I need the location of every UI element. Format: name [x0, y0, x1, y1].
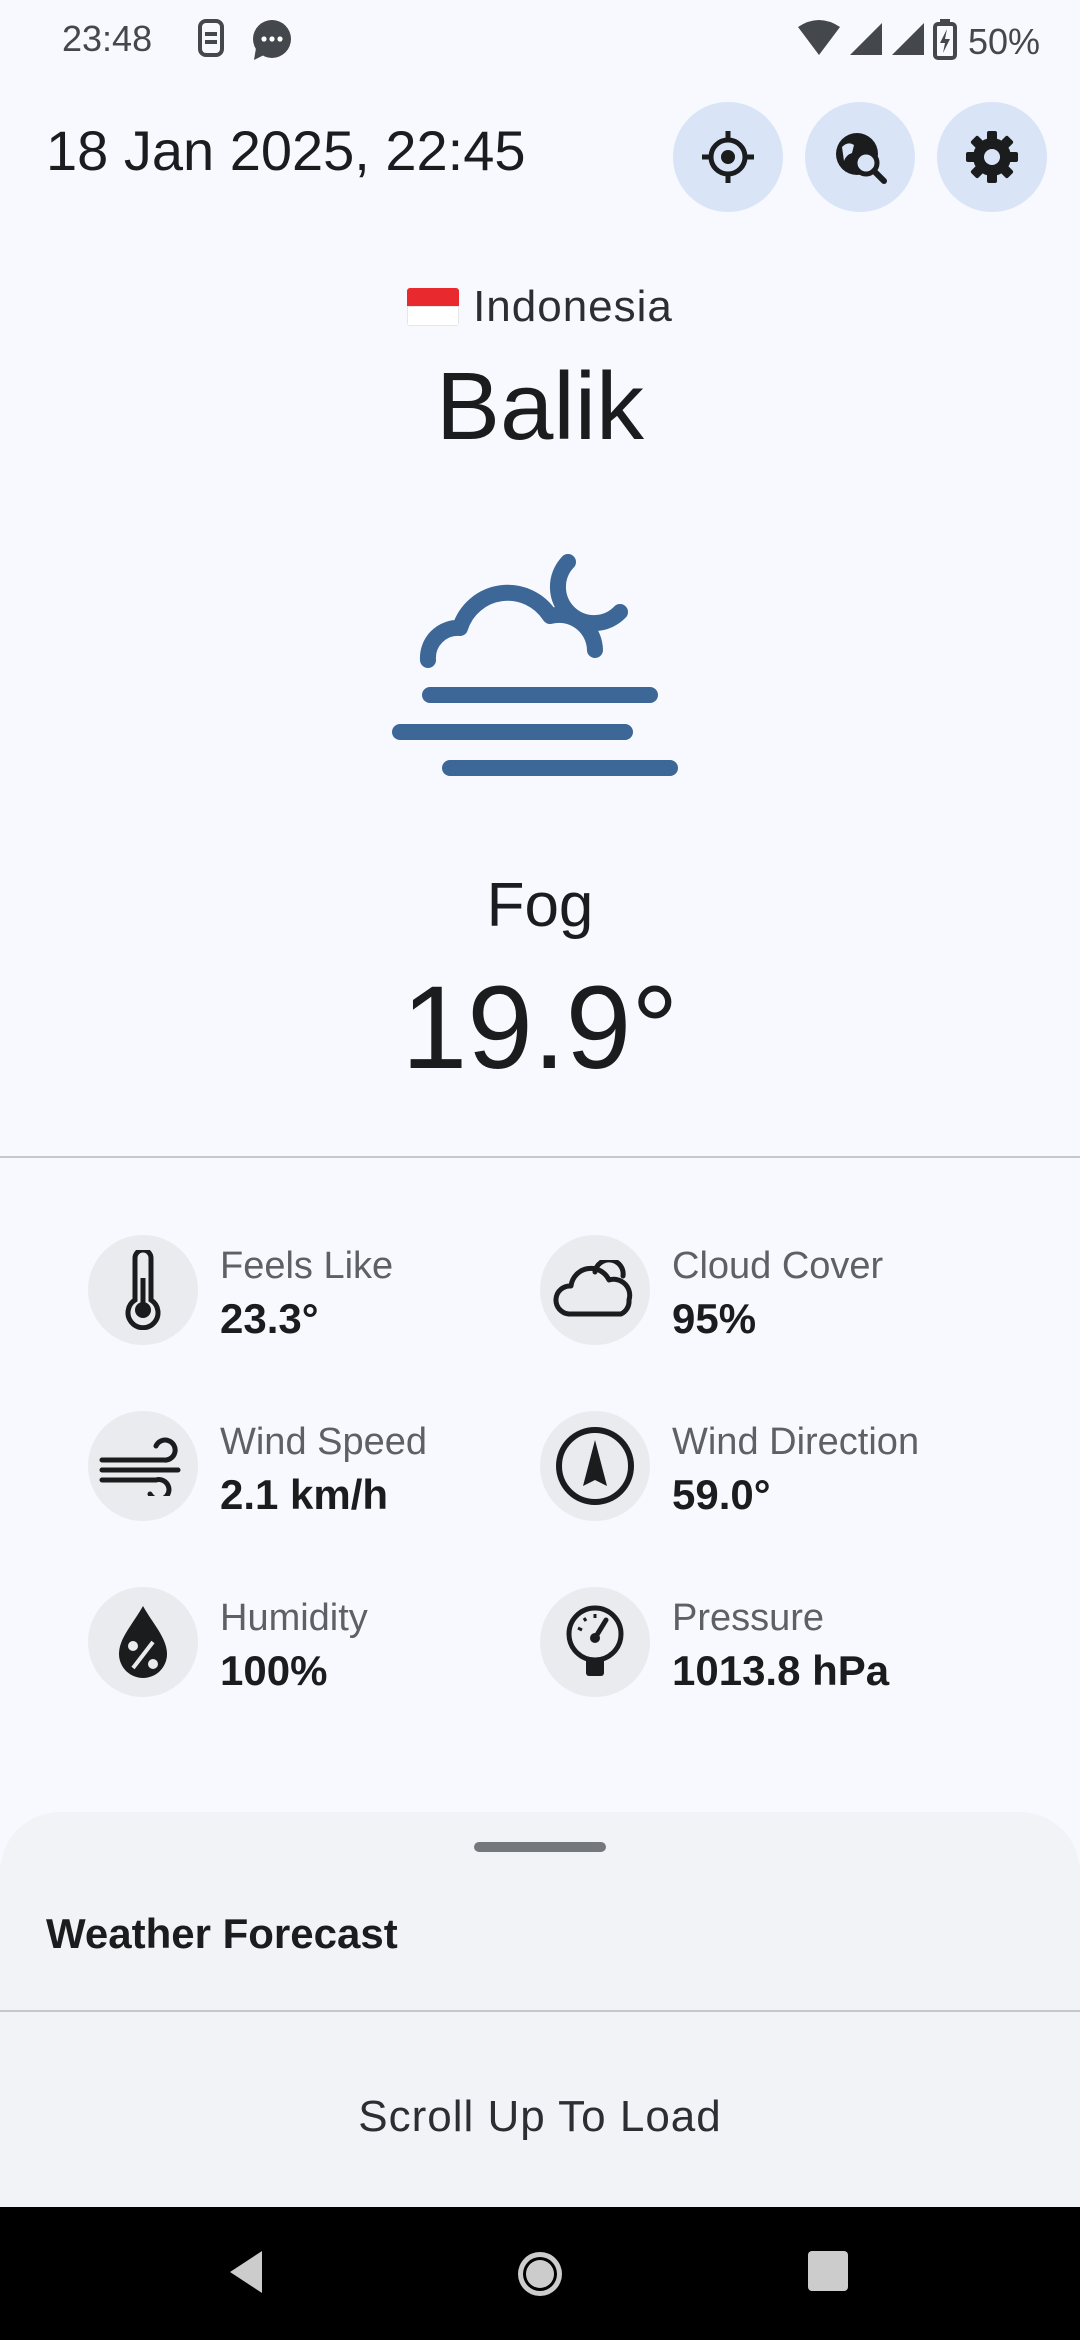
system-navigation-bar: [0, 2207, 1080, 2340]
gear-icon: [966, 131, 1018, 183]
detail-label: Feels Like: [220, 1245, 394, 1287]
crosshair-icon: [702, 131, 754, 183]
detail-value: 1013.8 hPa: [672, 1647, 890, 1694]
weather-screen: 23:48 50% 18 Jan 2025, 22:45 Indonesia B…: [0, 0, 1080, 2340]
wifi-icon: [796, 19, 842, 64]
sim-card-icon: [195, 18, 227, 63]
country-name: Indonesia: [473, 282, 673, 331]
recents-button[interactable]: [804, 2247, 852, 2295]
signal-icon: [848, 19, 884, 64]
detail-value: 95%: [672, 1295, 757, 1342]
signal-icon: [890, 19, 926, 64]
detail-humidity: Humidity 100%: [88, 1587, 548, 1707]
sheet-divider: [0, 2010, 1080, 2012]
status-time: 23:48: [62, 18, 153, 59]
status-right-group: 50%: [796, 18, 1040, 65]
compass-icon: [556, 1427, 634, 1505]
detail-feels-like: Feels Like 23.3°: [88, 1235, 548, 1355]
detail-label: Cloud Cover: [672, 1245, 884, 1287]
condition-label: Fog: [486, 871, 594, 940]
detail-value: 2.1 km/h: [220, 1471, 389, 1518]
indonesia-flag-icon: [407, 288, 460, 326]
drag-handle[interactable]: [474, 1842, 606, 1852]
home-circle-icon: [518, 2252, 562, 2296]
city-name: Balik: [435, 353, 645, 460]
detail-label: Pressure: [672, 1597, 825, 1639]
detail-label: Wind Speed: [220, 1421, 428, 1463]
detail-value: 100%: [220, 1647, 328, 1694]
detail-value: 23.3°: [220, 1295, 319, 1342]
back-triangle-icon: [230, 2251, 262, 2293]
barometer-icon: [566, 1605, 624, 1676]
globe-search-icon: [836, 133, 887, 184]
detail-wind-direction: Wind Direction 59.0°: [540, 1411, 1000, 1531]
thermometer-icon: [125, 1250, 161, 1330]
detail-value: 59.0°: [672, 1471, 771, 1518]
cloud-icon: [553, 1260, 633, 1317]
fog-night-icon: [392, 554, 678, 776]
status-bar: 23:48 50%: [0, 0, 1080, 80]
home-button[interactable]: [513, 2247, 567, 2301]
wind-icon: [99, 1437, 181, 1496]
detail-pressure: Pressure 1013.8 hPa: [540, 1587, 1000, 1707]
search-location-button[interactable]: [805, 102, 915, 212]
humidity-drop-icon: [119, 1606, 167, 1678]
forecast-bottom-sheet[interactable]: Weather Forecast Scroll Up To Load: [0, 1812, 1080, 2207]
back-button[interactable]: [222, 2247, 272, 2297]
country-row: Indonesia: [0, 282, 1080, 332]
settings-button[interactable]: [937, 102, 1047, 212]
forecast-title: Weather Forecast: [46, 1910, 398, 1957]
detail-wind-speed: Wind Speed 2.1 km/h: [88, 1411, 548, 1531]
scroll-hint: Scroll Up To Load: [358, 2092, 722, 2141]
divider: [0, 1156, 1080, 1158]
detail-label: Humidity: [220, 1597, 368, 1639]
message-bubble-icon: [250, 18, 294, 67]
temperature-label: 19.9°: [401, 962, 679, 1094]
detail-label: Wind Direction: [672, 1421, 920, 1463]
detail-cloud-cover: Cloud Cover 95%: [540, 1235, 1000, 1355]
battery-charging-icon: [932, 18, 958, 65]
recents-square-icon: [808, 2251, 848, 2291]
battery-percentage: 50%: [967, 20, 1040, 62]
my-location-button[interactable]: [673, 102, 783, 212]
date-time-label: 18 Jan 2025, 22:45: [46, 119, 526, 182]
